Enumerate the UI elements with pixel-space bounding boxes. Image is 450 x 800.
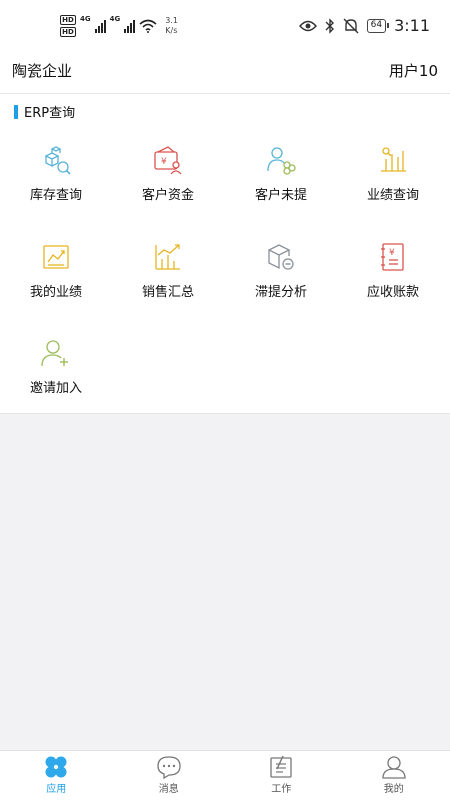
profile-icon [382, 756, 406, 779]
tab-label: 工作 [271, 784, 292, 795]
network-type-1: 4G [80, 15, 91, 23]
section-accent-bar [14, 104, 18, 119]
customer-pending-icon [267, 147, 296, 175]
bluetooth-icon [325, 17, 334, 34]
customer-funds-icon: ¥ [154, 146, 182, 175]
delayed-pickup-icon [267, 244, 294, 270]
apps-icon [45, 756, 67, 778]
sales-summary-icon [155, 244, 180, 270]
tile-label: 业绩查询 [366, 188, 419, 203]
battery-icon: 64 [366, 18, 390, 33]
message-icon [157, 756, 181, 779]
tab-profile[interactable]: 我的 [338, 751, 450, 800]
tile-invite[interactable]: 邀请加入 [0, 327, 112, 407]
tile-label: 客户未提 [254, 188, 307, 203]
status-right: 64 3:11 [298, 16, 430, 35]
tile-label: 库存查询 [29, 188, 82, 203]
tab-work[interactable]: 工作 [225, 751, 338, 800]
tile-label: 滞提分析 [254, 285, 307, 300]
section-title: ERP查询 [24, 106, 76, 121]
tile-label: 客户资金 [141, 188, 194, 203]
tile-label: 应收账款 [366, 285, 419, 300]
status-left: HD HD 4G 4G 3.1 K/s [60, 14, 178, 38]
company-name: 陶瓷企业 [12, 62, 73, 80]
user-name[interactable]: 用户10 [389, 60, 438, 81]
tile-sales-summary[interactable]: 销售汇总 [112, 231, 224, 311]
tile-delayed-pickup[interactable]: 滞提分析 [225, 231, 337, 311]
inventory-boxes-icon [44, 146, 71, 175]
clock: 3:11 [394, 16, 430, 35]
hd-badge-1: HD [60, 15, 76, 25]
tile-performance-query[interactable]: 业绩查询 [337, 134, 449, 214]
invite-user-icon [41, 340, 68, 367]
tile-inventory[interactable]: 库存查询 [0, 134, 112, 214]
bottom-tab-bar: 应用 消息 工作 我的 [0, 750, 450, 800]
performance-query-icon [381, 147, 406, 172]
receivables-icon: ¥ [381, 243, 404, 271]
app-header: 陶瓷企业 用户10 [0, 50, 450, 94]
wifi-icon [139, 19, 157, 33]
tab-label: 消息 [158, 784, 179, 795]
tile-customer-pending[interactable]: 客户未提 [225, 134, 337, 214]
svg-text:¥: ¥ [389, 248, 395, 258]
svg-text:¥: ¥ [161, 157, 167, 167]
erp-panel: ERP查询 库存查询 ¥ 客户资金 客户未提 业绩查询 我的业绩 销售汇总 滞提… [0, 94, 450, 414]
network-type-2: 4G [109, 15, 121, 23]
my-performance-icon [43, 245, 69, 269]
tile-label: 我的业绩 [29, 285, 82, 300]
tile-label: 销售汇总 [141, 285, 194, 300]
work-icon [270, 755, 292, 778]
signal-icon [94, 19, 106, 33]
section-header: ERP查询 [14, 102, 75, 121]
tile-receivables[interactable]: ¥ 应收账款 [337, 231, 449, 311]
tab-messages[interactable]: 消息 [113, 751, 226, 800]
network-speed: 3.1 K/s [165, 16, 178, 35]
tab-label: 我的 [383, 784, 404, 795]
tile-label: 邀请加入 [29, 381, 82, 396]
tab-apps[interactable]: 应用 [0, 751, 113, 800]
hd-badge-2: HD [60, 27, 76, 37]
hd-indicators: HD HD [60, 15, 76, 37]
tile-customer-funds[interactable]: ¥ 客户资金 [112, 134, 224, 214]
tab-label: 应用 [46, 784, 67, 795]
signal-icon-2 [124, 19, 136, 33]
eye-icon [298, 20, 317, 31]
tile-my-performance[interactable]: 我的业绩 [0, 231, 112, 311]
mute-bell-icon [343, 18, 359, 33]
status-bar: HD HD 4G 4G 3.1 K/s 64 3:11 [0, 0, 450, 50]
